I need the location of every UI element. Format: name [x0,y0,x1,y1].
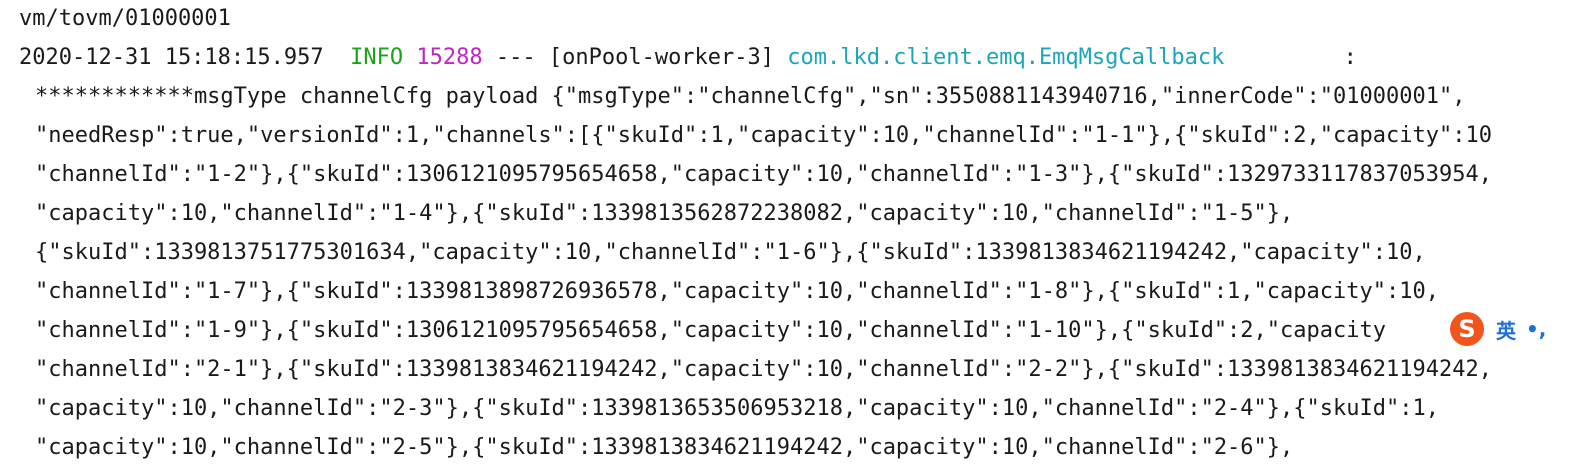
payload-line: "channelId":"1-9"},{"skuId":130612109579… [35,318,1387,343]
log-header-line: 2020-12-31 15:18:15.957 INFO 15288 --- [… [19,38,1357,77]
payload-line: "capacity":10,"channelId":"2-5"},{"skuId… [35,435,1294,460]
payload-line: "needResp":true,"versionId":1,"channels"… [35,123,1492,148]
payload-line: "channelId":"2-1"},{"skuId":133981383462… [35,357,1492,382]
console-output[interactable]: vm/tovm/01000001 2020-12-31 15:18:15.957… [0,0,1574,460]
ime-language-toggle[interactable]: 英 [1496,315,1516,344]
payload-line: {"skuId":1339813751775301634,"capacity":… [35,240,1426,265]
log-colon: : [1343,45,1357,70]
ime-toolbar[interactable]: S 英 •, [1450,310,1574,348]
sogou-logo-icon[interactable]: S [1450,312,1484,346]
log-thread: [onPool-worker-3] [548,45,775,70]
log-separator: --- [495,45,536,70]
log-logger-link[interactable]: com.lkd.client.emq.EmqMsgCallback [787,45,1224,70]
log-level: INFO [350,45,404,70]
ime-punctuation-toggle[interactable]: •, [1526,317,1546,341]
log-timestamp: 2020-12-31 15:18:15.957 [19,45,324,70]
log-pid: 15288 [416,45,483,70]
payload-line: ************msgType channelCfg payload {… [35,84,1466,109]
payload-line: "capacity":10,"channelId":"1-4"},{"skuId… [35,201,1294,226]
payload-line: "channelId":"1-7"},{"skuId":133981389872… [35,279,1439,304]
console-title-line: vm/tovm/01000001 [19,6,231,31]
payload-line: "channelId":"1-2"},{"skuId":130612109579… [35,162,1492,187]
payload-line: "capacity":10,"channelId":"2-3"},{"skuId… [35,396,1439,421]
